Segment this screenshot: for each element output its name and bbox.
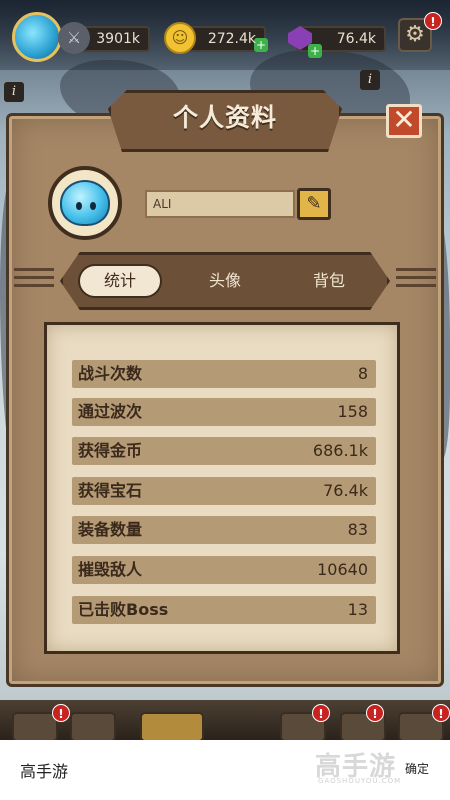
- sword-icon: ⚔: [58, 22, 90, 54]
- stat-value: 686.1k: [312, 441, 368, 460]
- tab-avatar[interactable]: 头像: [180, 264, 270, 298]
- watermark-url: GAOSHOUYOU.COM: [318, 777, 402, 785]
- coin-icon: ☺: [164, 22, 196, 54]
- nav-slot-3[interactable]: [140, 712, 204, 742]
- alert-badge: !: [432, 704, 450, 722]
- gear-icon: ⚙: [405, 22, 425, 47]
- stat-row: 获得金币 686.1k: [72, 437, 376, 465]
- stat-label: 摧毁敌人: [78, 560, 143, 579]
- coin-counter: ☺ + 272.4k: [164, 22, 268, 54]
- power-value: 3901k: [96, 31, 140, 47]
- stat-row: 通过波次 158: [72, 398, 376, 426]
- add-gems-button[interactable]: +: [308, 44, 322, 58]
- alert-badge: !: [424, 12, 442, 30]
- power-counter: ⚔ 3901k: [58, 22, 150, 54]
- stat-label: 装备数量: [78, 520, 143, 539]
- gem-value: 76.4k: [336, 31, 376, 47]
- stat-row: 战斗次数 8: [72, 360, 376, 388]
- info-button-right[interactable]: i: [360, 70, 380, 90]
- player-avatar-top[interactable]: [12, 12, 62, 62]
- stat-value: 13: [347, 600, 368, 619]
- slime-avatar-icon: [60, 180, 110, 226]
- stat-value: 76.4k: [323, 481, 368, 500]
- coin-value: 272.4k: [207, 31, 256, 47]
- footer-brand: 高手游: [20, 762, 69, 781]
- top-hud: ⚔ 3901k ☺ + 272.4k + 76.4k ⚙ !: [0, 0, 450, 70]
- stat-label: 战斗次数: [78, 364, 143, 383]
- alert-badge: !: [366, 704, 384, 722]
- stat-row: 已击败Boss 13: [72, 596, 376, 624]
- stat-value: 83: [347, 520, 368, 539]
- stat-value: 10640: [317, 560, 368, 579]
- profile-avatar[interactable]: [48, 166, 122, 240]
- stat-label: 已击败Boss: [78, 600, 169, 619]
- edit-name-button[interactable]: ✎: [297, 188, 331, 220]
- tab-decoration-left: [14, 263, 54, 299]
- player-name-field[interactable]: ALI: [145, 190, 295, 218]
- tab-decoration-right: [396, 263, 436, 299]
- stat-value: 158: [337, 402, 368, 421]
- stat-label: 获得金币: [78, 441, 143, 460]
- alert-badge: !: [52, 704, 70, 722]
- stat-label: 通过波次: [78, 402, 143, 421]
- info-button-left[interactable]: i: [4, 82, 24, 102]
- alert-badge: !: [312, 704, 330, 722]
- stat-label: 获得宝石: [78, 481, 143, 500]
- nav-slot-2[interactable]: [70, 712, 116, 742]
- add-coins-button[interactable]: +: [254, 38, 268, 52]
- stat-value: 8: [357, 364, 368, 383]
- stat-row: 获得宝石 76.4k: [72, 477, 376, 505]
- nav-slot-1[interactable]: [12, 712, 58, 742]
- stat-row: 摧毁敌人 10640: [72, 556, 376, 584]
- confirm-button[interactable]: 确定: [405, 760, 429, 777]
- dialog-title: 个人资料: [172, 103, 277, 132]
- pencil-icon: ✎: [306, 193, 322, 214]
- tab-stats[interactable]: 统计: [78, 264, 162, 298]
- stat-row: 装备数量 83: [72, 516, 376, 544]
- gem-counter: + 76.4k: [296, 26, 386, 58]
- close-button[interactable]: ✕: [386, 104, 422, 138]
- tab-inventory[interactable]: 背包: [284, 264, 374, 298]
